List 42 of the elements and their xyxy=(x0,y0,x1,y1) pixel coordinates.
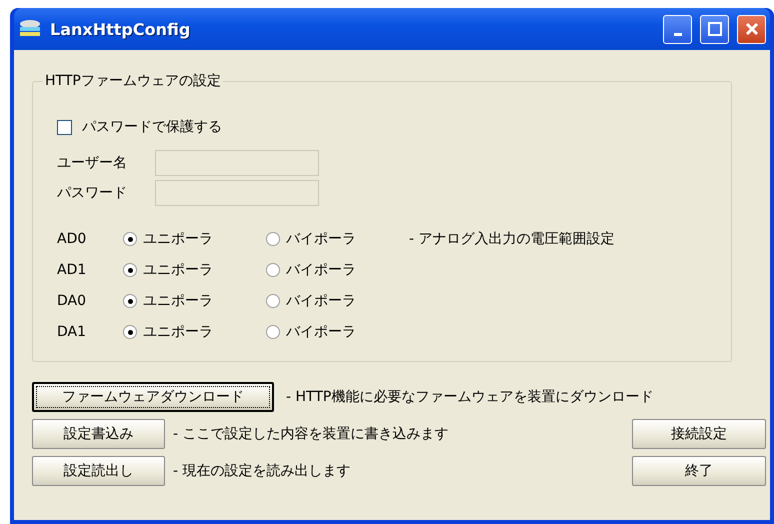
close-button[interactable] xyxy=(737,14,766,44)
range-note: - アナログ入出力の電圧範囲設定 xyxy=(409,230,615,248)
radio-label: バイポーラ xyxy=(286,323,356,341)
minimize-button[interactable] xyxy=(663,14,692,44)
side-button[interactable]: 接続設定 xyxy=(632,419,766,449)
action-note: - 現在の設定を読み出します xyxy=(173,462,352,480)
radio-button[interactable] xyxy=(266,294,280,308)
password-checkbox[interactable] xyxy=(57,120,72,134)
radio-button[interactable] xyxy=(266,232,280,246)
radio-label: ユニポーラ xyxy=(143,261,213,279)
radio-button[interactable] xyxy=(123,294,137,308)
radio-label: バイポーラ xyxy=(286,292,356,310)
download-button[interactable]: ファームウェアダウンロード xyxy=(32,382,274,412)
channel-label: AD0 xyxy=(57,231,88,247)
checkbox-label: パスワードで保護する xyxy=(82,118,222,136)
channel-label: DA1 xyxy=(57,324,88,340)
channel-label: AD1 xyxy=(57,262,88,278)
action-note: - ここで設定した内容を装置に書き込みます xyxy=(173,425,450,443)
window-title: LanxHttpConfig xyxy=(50,20,192,38)
radio-label: ユニポーラ xyxy=(143,323,213,341)
radio-button[interactable] xyxy=(266,263,280,277)
action-button[interactable]: 設定読出し xyxy=(32,456,165,486)
close-icon xyxy=(744,22,758,36)
group-title: HTTPファームウェアの設定 xyxy=(44,72,222,90)
channel-label: DA0 xyxy=(57,293,88,309)
radio-button[interactable] xyxy=(123,232,137,246)
radio-label: ユニポーラ xyxy=(143,292,213,310)
radio-button[interactable] xyxy=(266,325,280,339)
field-label: パスワード xyxy=(57,184,128,202)
minimize-icon xyxy=(674,32,682,36)
side-button[interactable]: 終了 xyxy=(632,456,766,486)
radio-label: バイポーラ xyxy=(286,261,356,279)
action-button[interactable]: 設定書込み xyxy=(32,419,165,449)
radio-label: バイポーラ xyxy=(286,230,356,248)
field-label: ユーザー名 xyxy=(57,154,128,172)
radio-button[interactable] xyxy=(123,263,137,277)
radio-button[interactable] xyxy=(123,325,137,339)
maximize-button[interactable] xyxy=(700,14,729,44)
app-icon xyxy=(18,19,42,39)
download-note: - HTTP機能に必要なファームウェアを装置にダウンロード xyxy=(286,388,654,406)
radio-label: ユニポーラ xyxy=(143,230,213,248)
maximize-icon xyxy=(708,22,722,36)
